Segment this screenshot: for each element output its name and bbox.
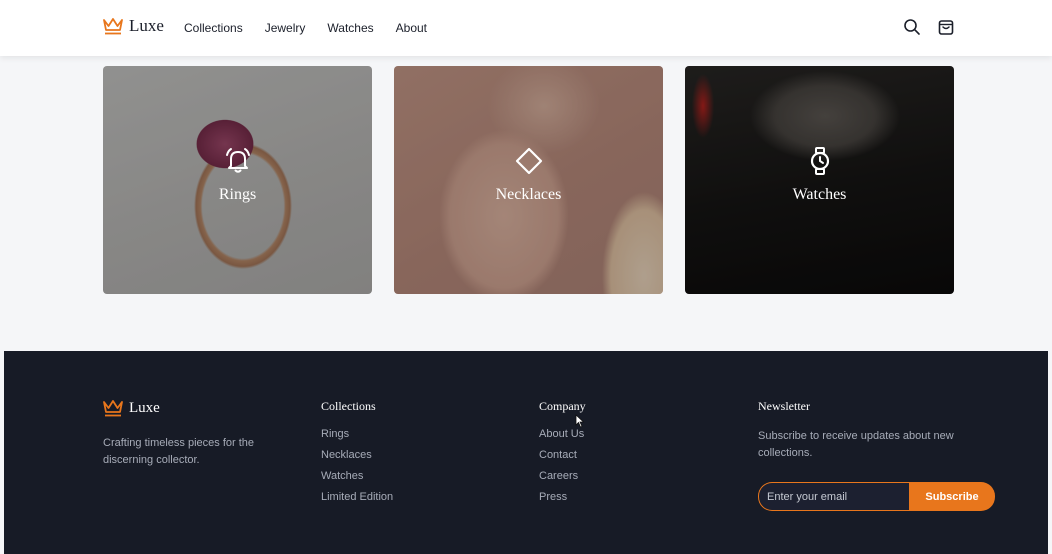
bell-icon: [225, 148, 250, 173]
footer-link-necklaces[interactable]: Necklaces: [321, 449, 393, 461]
nav-collections[interactable]: Collections: [184, 21, 243, 35]
subscribe-form: Subscribe: [758, 482, 995, 511]
category-card-watches[interactable]: Watches: [685, 66, 954, 294]
site-header: Luxe Collections Jewelry Watches About: [0, 0, 1052, 56]
crown-icon: [103, 400, 123, 417]
search-icon[interactable]: [903, 18, 921, 36]
footer-tagline: Crafting timeless pieces for the discern…: [103, 437, 255, 466]
category-card-rings[interactable]: Rings: [103, 66, 372, 294]
category-card-necklaces[interactable]: Necklaces: [394, 66, 663, 294]
footer-link-about-us[interactable]: About Us: [539, 428, 586, 440]
category-label: Watches: [792, 186, 847, 203]
footer-brand-name: Luxe: [129, 399, 160, 416]
diamond-icon: [515, 147, 542, 175]
newsletter-description: Subscribe to receive updates about new c…: [758, 430, 954, 459]
footer-link-rings[interactable]: Rings: [321, 428, 393, 440]
nav-jewelry[interactable]: Jewelry: [265, 21, 306, 35]
site-footer: Luxe Crafting timeless pieces for the di…: [4, 351, 1048, 554]
brand-name: Luxe: [129, 16, 164, 35]
footer-collections: Collections Rings Necklaces Watches Limi…: [321, 399, 393, 512]
footer-brand: Luxe Crafting timeless pieces for the di…: [103, 399, 283, 469]
mouse-cursor-icon: [575, 414, 585, 428]
newsletter-title: Newsletter: [758, 399, 810, 413]
footer-link-contact[interactable]: Contact: [539, 449, 586, 461]
nav-watches[interactable]: Watches: [327, 21, 373, 35]
nav-about[interactable]: About: [396, 21, 427, 35]
category-label: Rings: [218, 186, 257, 203]
footer-link-limited-edition[interactable]: Limited Edition: [321, 491, 393, 503]
footer-link-watches[interactable]: Watches: [321, 470, 393, 482]
footer-collections-title: Collections: [321, 399, 376, 413]
shopping-bag-icon[interactable]: [937, 18, 955, 36]
watch-icon: [810, 147, 829, 175]
brand-logo[interactable]: Luxe: [103, 16, 164, 36]
crown-icon: [103, 18, 123, 35]
footer-newsletter: Newsletter Subscribe to receive updates …: [758, 399, 998, 511]
header-actions: [903, 18, 955, 36]
footer-company-title: Company: [539, 399, 586, 413]
category-grid: Rings Necklaces Watches: [103, 66, 954, 294]
email-field[interactable]: [758, 482, 909, 511]
subscribe-button[interactable]: Subscribe: [909, 482, 995, 511]
main-nav: Collections Jewelry Watches About: [184, 21, 427, 35]
footer-link-careers[interactable]: Careers: [539, 470, 586, 482]
category-label: Necklaces: [495, 186, 562, 203]
footer-link-press[interactable]: Press: [539, 491, 586, 503]
